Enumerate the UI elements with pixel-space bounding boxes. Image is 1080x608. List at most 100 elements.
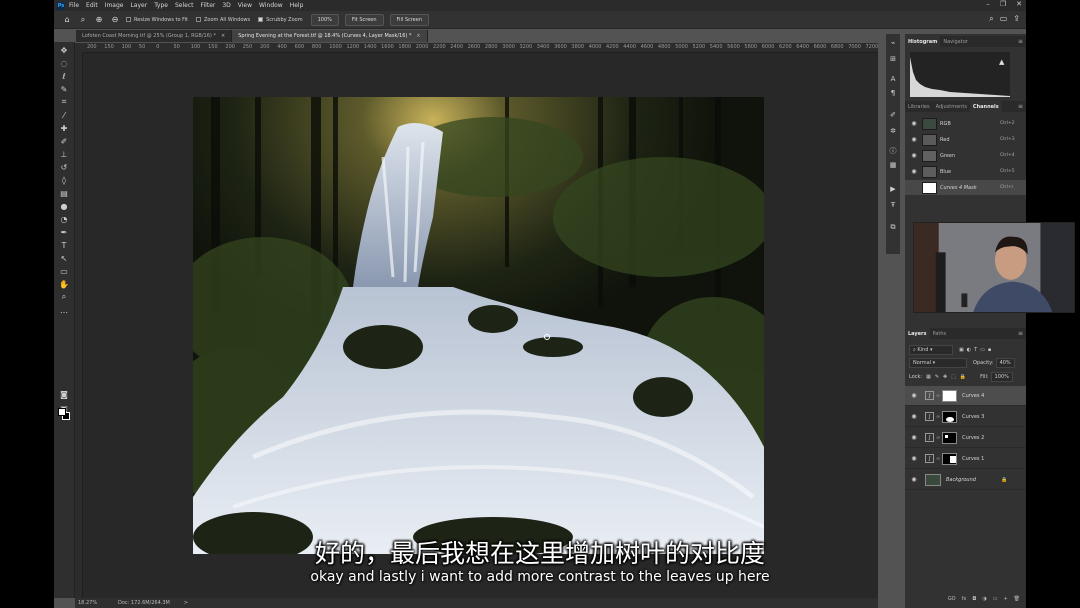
warning-icon[interactable]: ▲ [999, 58, 1004, 66]
menu-layer[interactable]: Layer [130, 2, 147, 9]
layer-row-curves-1[interactable]: ◉ ∫ ∞ Curves 1 [905, 449, 1026, 469]
layer-row-curves-4[interactable]: ◉ ∫ ∞ Curves 4 [905, 386, 1026, 406]
blur-tool-icon[interactable]: ● [57, 200, 71, 212]
new-layer-button[interactable]: + [1003, 596, 1007, 606]
history-icon[interactable]: ⌁ [888, 38, 898, 48]
crop-tool-icon[interactable]: ⌗ [57, 96, 71, 108]
move-tool-icon[interactable]: ✥ [57, 44, 71, 56]
lasso-tool-icon[interactable]: ℓ [57, 70, 71, 82]
eye-icon[interactable]: ◉ [909, 152, 919, 159]
vertical-ruler[interactable] [75, 53, 83, 598]
eraser-tool-icon[interactable]: ◊ [57, 174, 71, 186]
tab-lofoten[interactable]: Lofoten Coast Morning.tif @ 25% (Group 1… [76, 30, 233, 42]
new-group-button[interactable]: ▭ [993, 596, 998, 606]
channel-row[interactable]: ◉ Green Ctrl+4 [905, 148, 1026, 163]
panel-menu-icon[interactable]: ≡ [1018, 330, 1023, 337]
menu-view[interactable]: View [238, 2, 252, 9]
eye-icon[interactable]: ◉ [909, 392, 919, 399]
menu-type[interactable]: Type [154, 2, 168, 9]
shape-tool-icon[interactable]: ▭ [57, 265, 71, 277]
properties-icon[interactable]: ⊞ [888, 54, 898, 64]
tab-libraries[interactable]: Libraries [905, 101, 933, 112]
scrubby-zoom-checkbox[interactable]: Scrubby Zoom [258, 17, 303, 23]
eyedropper-tool-icon[interactable]: ⁄ [57, 109, 71, 121]
tab-layers[interactable]: Layers [905, 328, 930, 339]
menu-window[interactable]: Window [259, 2, 283, 9]
add-style-button[interactable]: fx [962, 596, 967, 606]
swatches-icon[interactable]: ▦ [888, 160, 898, 170]
share-icon[interactable]: ⇪ [1013, 14, 1020, 24]
horizontal-ruler[interactable]: 200 150 100 50 0 50 100 150 200 250 200 400 600 800 10… [83, 43, 878, 53]
foreground-color-swatch[interactable] [58, 408, 66, 416]
channel-row-mask[interactable]: Curves 4 Mask Ctrl+\ [905, 180, 1026, 195]
libraries-icon[interactable]: ⧉ [888, 222, 898, 232]
document-image[interactable] [193, 97, 764, 554]
minimize-icon[interactable]: – [986, 0, 990, 8]
eye-icon[interactable]: ◉ [909, 434, 919, 441]
menu-select[interactable]: Select [175, 2, 194, 9]
layer-mask-thumbnail[interactable] [942, 410, 958, 423]
menu-image[interactable]: Image [105, 2, 124, 9]
delete-layer-button[interactable]: 🗑 [1014, 596, 1020, 606]
tab-paths[interactable]: Paths [930, 328, 950, 339]
opacity-input[interactable]: 40% [995, 358, 1015, 368]
menu-file[interactable]: File [69, 2, 79, 9]
canvas-area[interactable] [83, 53, 878, 598]
layer-name[interactable]: Background [946, 477, 1001, 483]
styles-icon[interactable]: ✲ [888, 126, 898, 136]
layer-row-background[interactable]: ◉ Background 🔒 [905, 470, 1026, 490]
gradient-tool-icon[interactable]: ▤ [57, 187, 71, 199]
eye-icon[interactable]: ◉ [909, 136, 919, 143]
search-icon[interactable]: ⌕ [989, 14, 993, 24]
path-select-icon[interactable]: ↖ [57, 252, 71, 264]
type-tool-icon[interactable]: T [57, 239, 71, 251]
close-tab-icon[interactable]: × [221, 33, 225, 39]
eye-icon[interactable]: ◉ [909, 168, 919, 175]
tab-histogram[interactable]: Histogram [905, 36, 941, 47]
healing-brush-icon[interactable]: ✚ [57, 122, 71, 134]
zoom-in-icon[interactable]: ⊕ [94, 15, 104, 25]
layer-name[interactable]: Curves 1 [962, 456, 1012, 462]
dodge-tool-icon[interactable]: ◔ [57, 213, 71, 225]
new-adjustment-button[interactable]: ◑ [982, 596, 986, 606]
link-icon[interactable]: ∞ [936, 435, 940, 441]
lock-icons[interactable]: ▦✎✥⬚🔒 [926, 374, 970, 380]
channel-row[interactable]: ◉ Blue Ctrl+5 [905, 164, 1026, 179]
pen-tool-icon[interactable]: ✒ [57, 226, 71, 238]
fill-screen-button[interactable]: Fill Screen [389, 13, 430, 26]
channel-row[interactable]: ◉ RGB Ctrl+2 [905, 116, 1026, 131]
home-icon[interactable]: ⌂ [62, 15, 72, 25]
link-icon[interactable]: ∞ [936, 414, 940, 420]
tab-adjustments[interactable]: Adjustments [933, 101, 970, 112]
add-mask-button[interactable]: ◘ [972, 596, 976, 606]
actions-icon[interactable]: ▶ [888, 184, 898, 194]
layer-name[interactable]: Curves 4 [962, 393, 1012, 399]
blend-mode-select[interactable]: Normal ▾ [909, 358, 967, 368]
paragraph-icon[interactable]: ¶ [888, 88, 898, 98]
menu-edit[interactable]: Edit [86, 2, 98, 9]
layer-name[interactable]: Curves 2 [962, 435, 1012, 441]
resize-windows-checkbox[interactable]: Resize Windows to Fit [126, 17, 188, 23]
marquee-tool-icon[interactable]: ◌ [57, 57, 71, 69]
maximize-icon[interactable]: ❐ [1000, 0, 1006, 8]
layer-row-curves-3[interactable]: ◉ ∫ ∞ Curves 3 [905, 407, 1026, 427]
tab-navigator[interactable]: Navigator [940, 36, 970, 47]
lock-icon[interactable]: 🔒 [1001, 477, 1007, 483]
quick-mask-icon[interactable]: ◙ [57, 388, 71, 400]
close-icon[interactable]: ✕ [1016, 0, 1022, 8]
channel-row[interactable]: ◉ Red Ctrl+3 [905, 132, 1026, 147]
layer-row-curves-2[interactable]: ◉ ∫ ∞ Curves 2 [905, 428, 1026, 448]
close-tab-icon[interactable]: × [416, 33, 420, 39]
eye-icon[interactable]: ◉ [909, 120, 919, 127]
quick-select-tool-icon[interactable]: ✎ [57, 83, 71, 95]
brush-tool-icon[interactable]: ✐ [57, 135, 71, 147]
eye-icon[interactable]: ◉ [909, 476, 919, 483]
hand-tool-icon[interactable]: ✋ [57, 278, 71, 290]
info-icon[interactable]: ⓘ [888, 146, 898, 156]
menu-filter[interactable]: Filter [201, 2, 216, 9]
zoom-100-button[interactable]: 100% [310, 13, 339, 26]
layer-mask-thumbnail[interactable] [942, 452, 958, 465]
brush-settings-icon[interactable]: ✐ [888, 110, 898, 120]
tab-channels[interactable]: Channels [969, 101, 1002, 112]
zoom-out-icon[interactable]: ⊖ [110, 15, 120, 25]
